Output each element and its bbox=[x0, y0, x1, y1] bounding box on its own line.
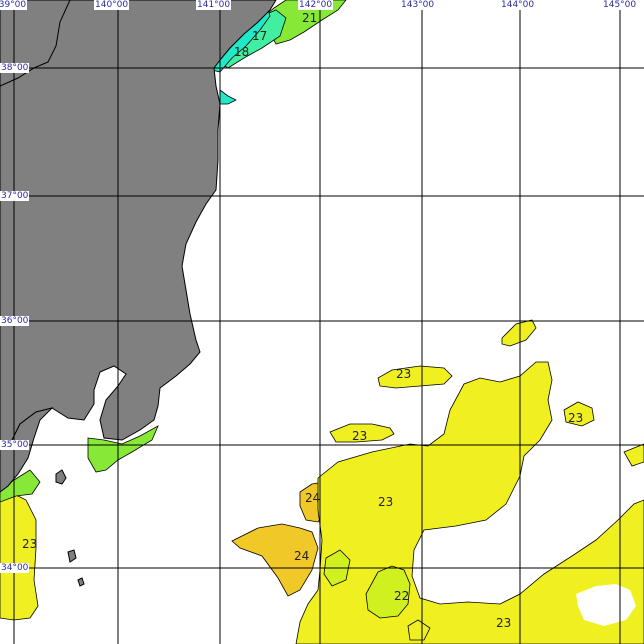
longitude-label-141: 141°00 bbox=[196, 0, 232, 10]
contour-label-23-patch-east: 23 bbox=[568, 411, 583, 425]
sst-region-23-southwest bbox=[0, 493, 39, 621]
longitude-label-143: 143°00 bbox=[400, 0, 436, 10]
contour-label-24-north: 24 bbox=[305, 491, 320, 505]
contour-label-18: 18 bbox=[234, 45, 249, 59]
contour-label-24-west: 24 bbox=[294, 549, 309, 563]
contour-label-23-patch-mid: 23 bbox=[352, 429, 367, 443]
latitude-label-34: 34°00 bbox=[0, 563, 30, 573]
contour-label-23-southwest: 23 bbox=[22, 537, 37, 551]
contour-label-23-main: 23 bbox=[378, 495, 393, 509]
latitude-label-38: 38°00 bbox=[0, 63, 30, 73]
longitude-label-139: 139°00 bbox=[0, 0, 28, 10]
latitude-label-36: 36°00 bbox=[0, 316, 30, 326]
longitude-label-144: 144°00 bbox=[500, 0, 536, 10]
latitude-label-37: 37°00 bbox=[0, 191, 30, 201]
latitude-label-35: 35°00 bbox=[0, 440, 30, 450]
longitude-label-142: 142°00 bbox=[298, 0, 334, 10]
contour-label-23-south: 23 bbox=[496, 616, 511, 630]
contour-label-23-patch-north: 23 bbox=[396, 367, 411, 381]
longitude-label-140: 140°00 bbox=[94, 0, 130, 10]
sea-surface-temperature-map: 21 17 18 23 23 23 24 23 24 22 23 23 139°… bbox=[0, 0, 644, 644]
longitude-label-145: 145°00 bbox=[602, 0, 638, 10]
map-canvas: 21 17 18 23 23 23 24 23 24 22 23 23 bbox=[0, 0, 644, 644]
contour-label-17: 17 bbox=[252, 29, 267, 43]
contour-label-21-northeast: 21 bbox=[302, 11, 317, 25]
contour-label-22: 22 bbox=[394, 589, 409, 603]
